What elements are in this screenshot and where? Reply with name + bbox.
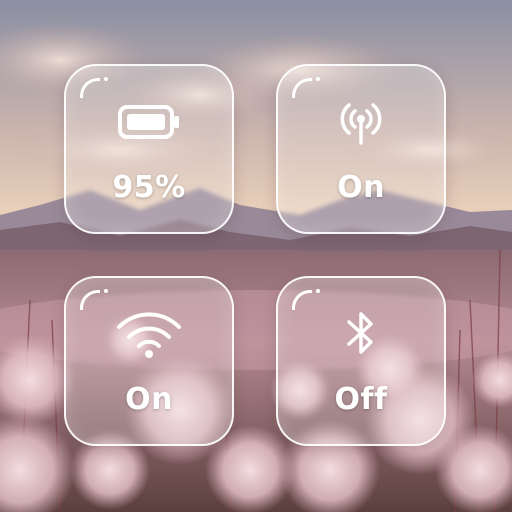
tile-dot-accent [316, 289, 320, 293]
tile-corner-accent [292, 290, 312, 310]
tile-dot-accent [316, 77, 320, 81]
wifi-tile[interactable]: On [64, 276, 234, 446]
bluetooth-status-value: Off [334, 382, 388, 417]
wifi-icon [114, 308, 184, 360]
battery-level-value: 95% [112, 170, 186, 205]
battery-tile[interactable]: 95% [64, 64, 234, 234]
bluetooth-icon [326, 308, 396, 360]
battery-icon [114, 96, 184, 148]
tile-corner-accent [80, 290, 100, 310]
tile-corner-accent [80, 78, 100, 98]
antenna-icon [326, 96, 396, 148]
tile-corner-accent [292, 78, 312, 98]
cellular-status-value: On [337, 170, 385, 205]
tile-dot-accent [104, 289, 108, 293]
cellular-tile[interactable]: On [276, 64, 446, 234]
bluetooth-tile[interactable]: Off [276, 276, 446, 446]
tile-dot-accent [104, 77, 108, 81]
wifi-status-value: On [125, 382, 173, 417]
